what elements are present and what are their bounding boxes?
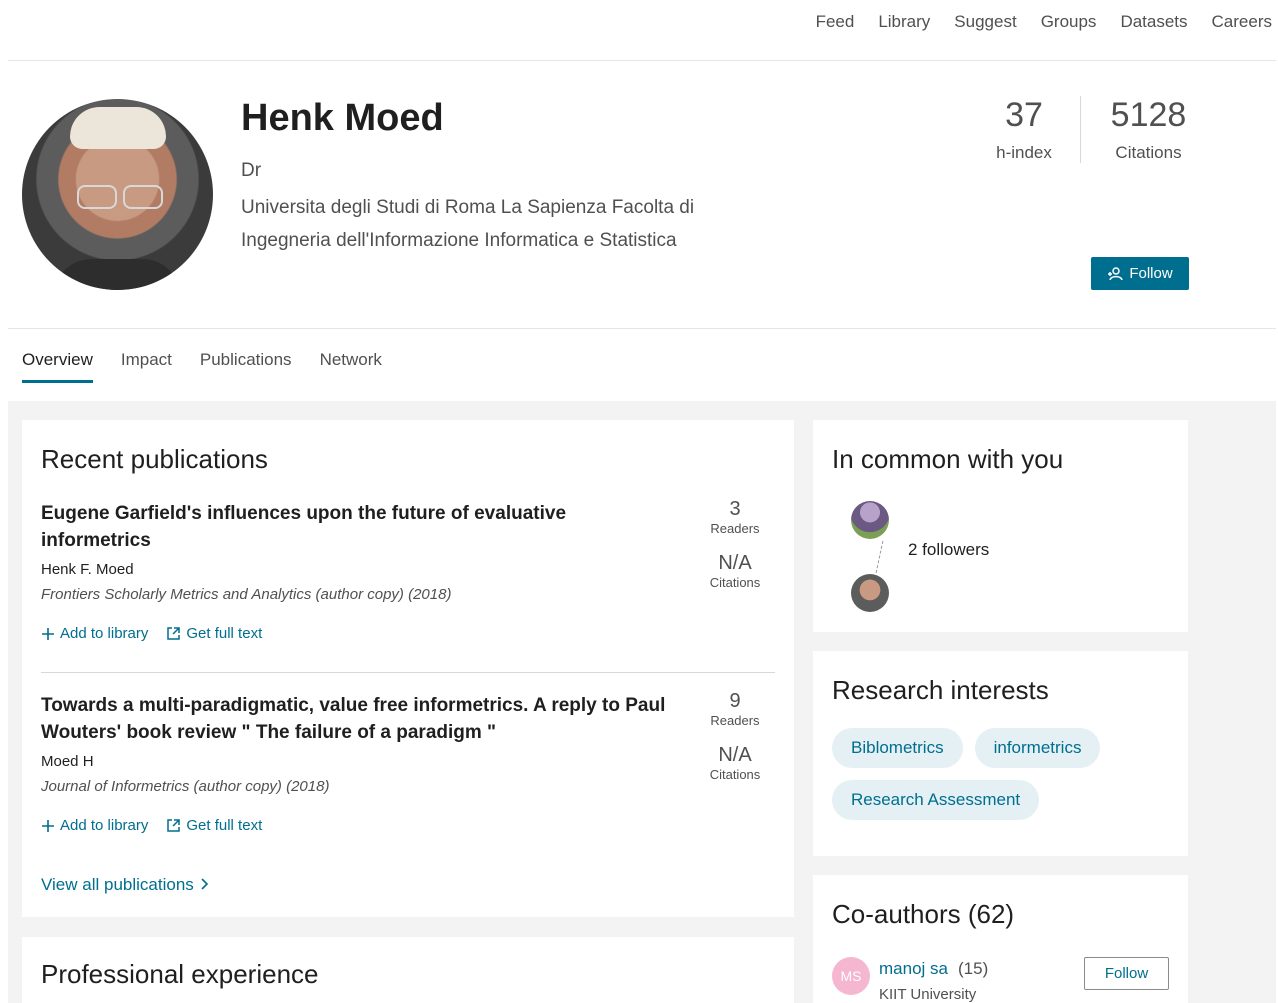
coauthor-institution: KIIT University bbox=[879, 986, 977, 1003]
professional-experience-card: Professional experience bbox=[22, 937, 794, 1003]
add-to-library-label: Add to library bbox=[60, 817, 149, 834]
citations-label: Citations bbox=[709, 575, 761, 590]
publication-title[interactable]: Towards a multi-paradigmatic, value free… bbox=[41, 692, 671, 746]
readers-label: Readers bbox=[710, 521, 760, 536]
in-common-card: In common with you 2 followers bbox=[813, 420, 1188, 632]
stat-label: h-index bbox=[996, 143, 1052, 162]
coauthor-follow-button[interactable]: Follow bbox=[1084, 957, 1169, 990]
view-all-label: View all publications bbox=[41, 875, 194, 894]
plus-icon bbox=[42, 819, 54, 832]
tab-overview[interactable]: Overview bbox=[22, 350, 93, 383]
interest-tag-biblometrics[interactable]: Biblometrics bbox=[832, 728, 963, 768]
publication-journal: Journal of Informetrics (author copy) (2… bbox=[41, 778, 330, 795]
readers-label: Readers bbox=[710, 713, 760, 728]
nav-item-suggest[interactable]: Suggest bbox=[954, 12, 1016, 32]
coauthor-name[interactable]: manoj sa bbox=[879, 959, 948, 979]
external-link-icon bbox=[167, 627, 181, 640]
stat-h-index: 37 h-index bbox=[968, 96, 1080, 163]
get-full-text-link[interactable]: Get full text bbox=[166, 817, 262, 834]
profile-degree: Dr bbox=[241, 160, 262, 181]
in-common-title: In common with you bbox=[832, 444, 1064, 474]
research-interests-title: Research interests bbox=[832, 675, 1049, 705]
nav-item-feed[interactable]: Feed bbox=[816, 12, 855, 32]
coauthors-title: Co-authors (62) bbox=[832, 899, 1015, 929]
top-nav-items: Feed Library Suggest Groups Datasets Car… bbox=[816, 12, 1272, 32]
external-link-icon bbox=[167, 819, 181, 832]
citations-value: N/A bbox=[718, 552, 752, 574]
citations-value: N/A bbox=[718, 744, 752, 766]
chevron-right-icon bbox=[200, 878, 208, 890]
get-full-text-link[interactable]: Get full text bbox=[166, 625, 262, 642]
top-navigation: Feed Library Suggest Groups Datasets Car… bbox=[8, 0, 1276, 61]
tab-impact[interactable]: Impact bbox=[121, 350, 172, 383]
profile-name: Henk Moed bbox=[241, 97, 444, 139]
publication-title[interactable]: Eugene Garfield's influences upon the fu… bbox=[41, 500, 671, 554]
professional-experience-title: Professional experience bbox=[41, 959, 319, 989]
publication-item: Towards a multi-paradigmatic, value free… bbox=[41, 690, 775, 834]
stat-value: 5128 bbox=[1110, 96, 1187, 134]
tab-network[interactable]: Network bbox=[320, 350, 382, 383]
profile-stats: 37 h-index 5128 Citations bbox=[968, 96, 1216, 163]
tab-publications[interactable]: Publications bbox=[200, 350, 292, 383]
interest-tags: Biblometrics informetrics Research Asses… bbox=[832, 728, 1152, 820]
get-full-text-label: Get full text bbox=[186, 817, 263, 834]
add-to-library-label: Add to library bbox=[60, 625, 149, 642]
nav-item-library[interactable]: Library bbox=[878, 12, 930, 32]
nav-item-groups[interactable]: Groups bbox=[1041, 12, 1097, 32]
publication-divider bbox=[41, 672, 775, 673]
publication-actions: Add to library Get full text bbox=[41, 817, 775, 834]
affiliation-line-2: Ingegneria dell'Informazione Informatica… bbox=[241, 230, 677, 251]
stat-citations: 5128 Citations bbox=[1080, 96, 1216, 163]
readers-value: 9 bbox=[729, 690, 741, 712]
coauthor-count: (15) bbox=[958, 959, 989, 978]
add-person-icon bbox=[1108, 266, 1124, 280]
follow-button-label: Follow bbox=[1129, 265, 1173, 282]
get-full-text-label: Get full text bbox=[186, 625, 263, 642]
add-to-library-link[interactable]: Add to library bbox=[41, 817, 148, 834]
profile-avatar bbox=[22, 99, 213, 290]
nav-item-careers[interactable]: Careers bbox=[1212, 12, 1272, 32]
coauthors-card: Co-authors (62) MS manoj sa (15) KIIT Un… bbox=[813, 875, 1188, 1003]
recent-publications-title: Recent publications bbox=[41, 444, 268, 474]
publication-metrics: 3 Readers N/A Citations bbox=[695, 498, 775, 606]
nav-item-datasets[interactable]: Datasets bbox=[1120, 12, 1187, 32]
profile-mini-avatar[interactable] bbox=[851, 574, 889, 612]
publication-journal: Frontiers Scholarly Metrics and Analytic… bbox=[41, 586, 452, 603]
citations-label: Citations bbox=[709, 767, 761, 782]
interest-tag-research-assessment[interactable]: Research Assessment bbox=[832, 780, 1040, 820]
follow-button[interactable]: Follow bbox=[1091, 257, 1189, 290]
publication-actions: Add to library Get full text bbox=[41, 625, 775, 642]
readers-value: 3 bbox=[729, 498, 741, 520]
header-divider bbox=[8, 328, 1276, 329]
publication-item: Eugene Garfield's influences upon the fu… bbox=[41, 498, 775, 642]
interest-tag-informetrics[interactable]: informetrics bbox=[974, 728, 1101, 768]
connection-line bbox=[866, 541, 884, 573]
recent-publications-card: Recent publications Eugene Garfield's in… bbox=[22, 420, 794, 917]
common-followers-text[interactable]: 2 followers bbox=[908, 540, 989, 560]
profile-tabs: Overview Impact Publications Network bbox=[22, 350, 382, 383]
follower-avatar[interactable] bbox=[851, 501, 889, 539]
publication-authors: Henk F. Moed bbox=[41, 561, 134, 578]
stat-value: 37 bbox=[1005, 96, 1043, 134]
publication-authors: Moed H bbox=[41, 753, 94, 770]
view-all-publications-link[interactable]: View all publications bbox=[41, 875, 209, 895]
stat-label: Citations bbox=[1115, 143, 1182, 162]
research-interests-card: Research interests Biblometrics informet… bbox=[813, 651, 1188, 856]
add-to-library-link[interactable]: Add to library bbox=[41, 625, 148, 642]
publication-metrics: 9 Readers N/A Citations bbox=[695, 690, 775, 798]
plus-icon bbox=[42, 627, 54, 640]
profile-affiliation: Universita degli Studi di Roma La Sapien… bbox=[241, 191, 741, 257]
coauthor-avatar[interactable]: MS bbox=[832, 957, 870, 995]
affiliation-line-1: Universita degli Studi di Roma La Sapien… bbox=[241, 197, 695, 218]
